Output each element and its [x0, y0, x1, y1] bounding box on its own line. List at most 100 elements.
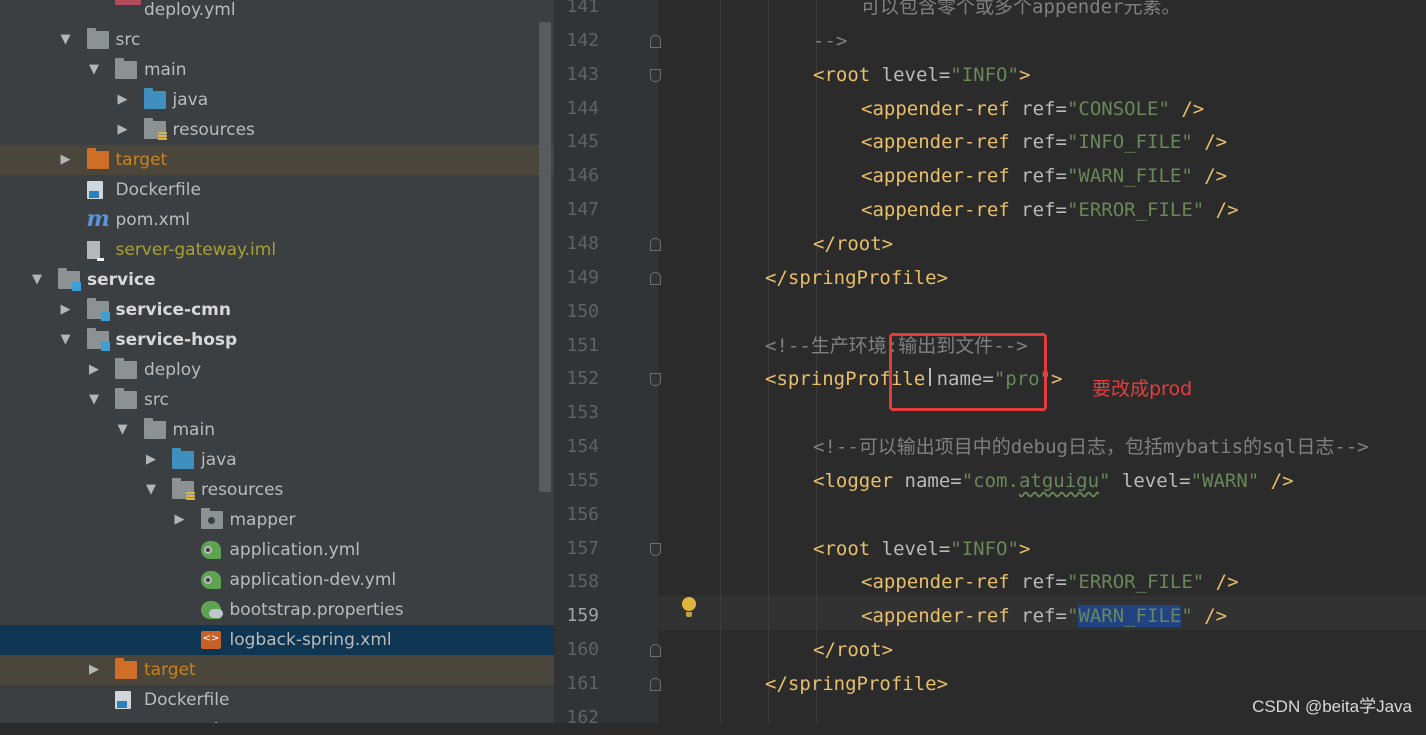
- chevron-down-icon[interactable]: ▼: [144, 475, 158, 505]
- code-line[interactable]: <root level="INFO">: [813, 532, 1030, 566]
- tree-item[interactable]: ▼ src: [0, 385, 554, 415]
- code-line[interactable]: <logger name="com.atguigu" level="WARN" …: [813, 464, 1294, 498]
- folder-icon: [143, 418, 166, 439]
- fold-marker-icon[interactable]: [650, 542, 661, 556]
- tree-item-label: application.yml: [229, 540, 361, 560]
- tree-item[interactable]: ▼ src: [0, 25, 554, 55]
- docker-file-icon: [86, 181, 103, 199]
- xml-file-icon: [200, 631, 221, 649]
- code-line[interactable]: 可以包含零个或多个appender元素。: [861, 0, 1181, 24]
- code-token: =: [938, 63, 951, 86]
- chevron-down-icon[interactable]: ▼: [59, 325, 73, 355]
- code-line[interactable]: </root>: [813, 227, 893, 261]
- code-line[interactable]: <appender-ref ref="CONSOLE" />: [861, 92, 1204, 126]
- code-line[interactable]: <root level="INFO">: [813, 58, 1030, 92]
- tree-item[interactable]: ▶ java: [0, 85, 554, 115]
- project-tree-scrollbar[interactable]: [539, 22, 551, 492]
- tree-item-label: src: [144, 390, 169, 410]
- fold-marker-icon[interactable]: [650, 271, 661, 285]
- tree-item[interactable]: Dockerfile: [0, 685, 554, 715]
- tree-item[interactable]: ▶ deploy: [0, 355, 554, 385]
- chevron-right-icon[interactable]: ▶: [87, 355, 101, 385]
- chevron-right-icon[interactable]: ▶: [116, 115, 130, 145]
- chevron-down-icon[interactable]: ▼: [30, 265, 44, 295]
- chevron-right-icon[interactable]: ▶: [173, 505, 187, 535]
- code-line[interactable]: <appender-ref ref="ERROR_FILE" />: [861, 565, 1239, 599]
- tree-item[interactable]: Dockerfile: [0, 175, 554, 205]
- tree-item[interactable]: ▼ service: [0, 265, 554, 295]
- tree-item[interactable]: ▶ target: [0, 655, 554, 685]
- tree-item-label: mapper: [229, 510, 296, 530]
- tree-item-label: service-hosp: [115, 330, 238, 350]
- tree-item[interactable]: application-dev.yml: [0, 565, 554, 595]
- code-token: </springProfile>: [765, 673, 949, 695]
- tree-item[interactable]: ▶ mapper: [0, 505, 554, 535]
- chevron-right-icon[interactable]: ▶: [59, 295, 73, 325]
- tree-item[interactable]: ▼ main: [0, 55, 554, 85]
- tree-item-label: service: [87, 270, 156, 290]
- code-token: =: [1055, 605, 1067, 628]
- code-line[interactable]: <appender-ref ref="ERROR_FILE" />: [861, 193, 1239, 227]
- code-token: ref: [1021, 131, 1056, 154]
- line-number: 145: [566, 131, 599, 153]
- chevron-down-icon[interactable]: ▼: [116, 415, 130, 445]
- line-number: 155: [566, 469, 599, 491]
- chevron-down-icon[interactable]: ▼: [59, 25, 73, 55]
- tree-item[interactable]: ▶ service-cmn: [0, 295, 554, 325]
- fold-marker-icon[interactable]: [650, 373, 661, 387]
- code-token: >: [1018, 63, 1031, 86]
- tree-item-label: main: [172, 420, 215, 440]
- tree-item[interactable]: application.yml: [0, 535, 554, 565]
- code-token: ": [1099, 469, 1111, 492]
- folder-icon: [86, 28, 109, 49]
- tree-item-label: pom.xml: [115, 210, 191, 230]
- line-number: 153: [566, 402, 599, 424]
- code-line[interactable]: -->: [813, 24, 847, 58]
- code-token: ref: [1021, 571, 1056, 594]
- intention-bulb-icon[interactable]: [682, 597, 696, 617]
- code-line[interactable]: </springProfile>: [765, 667, 948, 701]
- tree-item[interactable]: ▶ resources: [0, 115, 554, 145]
- code-line[interactable]: <appender-ref ref="WARN_FILE" />: [861, 599, 1227, 633]
- fold-marker-icon[interactable]: [650, 68, 661, 82]
- code-line[interactable]: <appender-ref ref="INFO_FILE" />: [861, 125, 1227, 159]
- code-token: <logger: [813, 469, 905, 492]
- tree-item-label: resources: [201, 480, 284, 500]
- code-token: =: [1179, 469, 1191, 492]
- code-line[interactable]: <!--可以输出项目中的debug日志，包括mybatis的sql日志-->: [813, 430, 1369, 464]
- tree-item-label: server-gateway.iml: [115, 240, 277, 260]
- line-number: 142: [566, 29, 599, 51]
- chevron-down-icon[interactable]: ▼: [87, 55, 101, 85]
- tree-item[interactable]: deploy.yml: [0, 0, 554, 25]
- code-line[interactable]: </springProfile>: [765, 261, 948, 295]
- resources-folder-icon: [143, 118, 167, 141]
- line-number: 157: [566, 537, 599, 559]
- chevron-right-icon[interactable]: ▶: [59, 145, 73, 175]
- tree-item[interactable]: bootstrap.properties: [0, 595, 554, 625]
- tree-item[interactable]: mpom.xml: [0, 205, 554, 235]
- tree-item[interactable]: ▼ service-hosp: [0, 325, 554, 355]
- fold-marker-icon[interactable]: [650, 34, 661, 48]
- project-tree-panel[interactable]: deploy.yml ▼ src ▼ main ▶ java ▶ resources ▶ targe…: [0, 0, 554, 723]
- tree-item[interactable]: ▼ main: [0, 415, 554, 445]
- chevron-right-icon[interactable]: ▶: [87, 655, 101, 685]
- fold-marker-icon[interactable]: [650, 644, 661, 658]
- chevron-right-icon[interactable]: ▶: [116, 85, 130, 115]
- tree-item[interactable]: ▶ target: [0, 145, 554, 175]
- chevron-down-icon[interactable]: ▼: [87, 385, 101, 415]
- source-folder-icon: [143, 88, 166, 109]
- tree-item[interactable]: ▶ java: [0, 445, 554, 475]
- code-line[interactable]: <appender-ref ref="WARN_FILE" />: [861, 159, 1227, 193]
- fold-marker-icon[interactable]: [650, 237, 661, 251]
- tree-item[interactable]: logback-spring.xml: [0, 625, 554, 655]
- tree-item[interactable]: server-gateway.iml: [0, 235, 554, 265]
- tree-item[interactable]: ▼ resources: [0, 475, 554, 505]
- fold-marker-icon[interactable]: [650, 678, 661, 691]
- code-token: />: [1192, 605, 1228, 628]
- code-token: <appender-ref: [861, 605, 1022, 628]
- watermark: CSDN @beita学Java: [1252, 697, 1412, 716]
- source-folder-icon: [172, 448, 194, 469]
- code-line[interactable]: </root>: [813, 633, 893, 667]
- tree-item[interactable]: mpom.xml: [0, 715, 554, 723]
- chevron-right-icon[interactable]: ▶: [144, 445, 158, 475]
